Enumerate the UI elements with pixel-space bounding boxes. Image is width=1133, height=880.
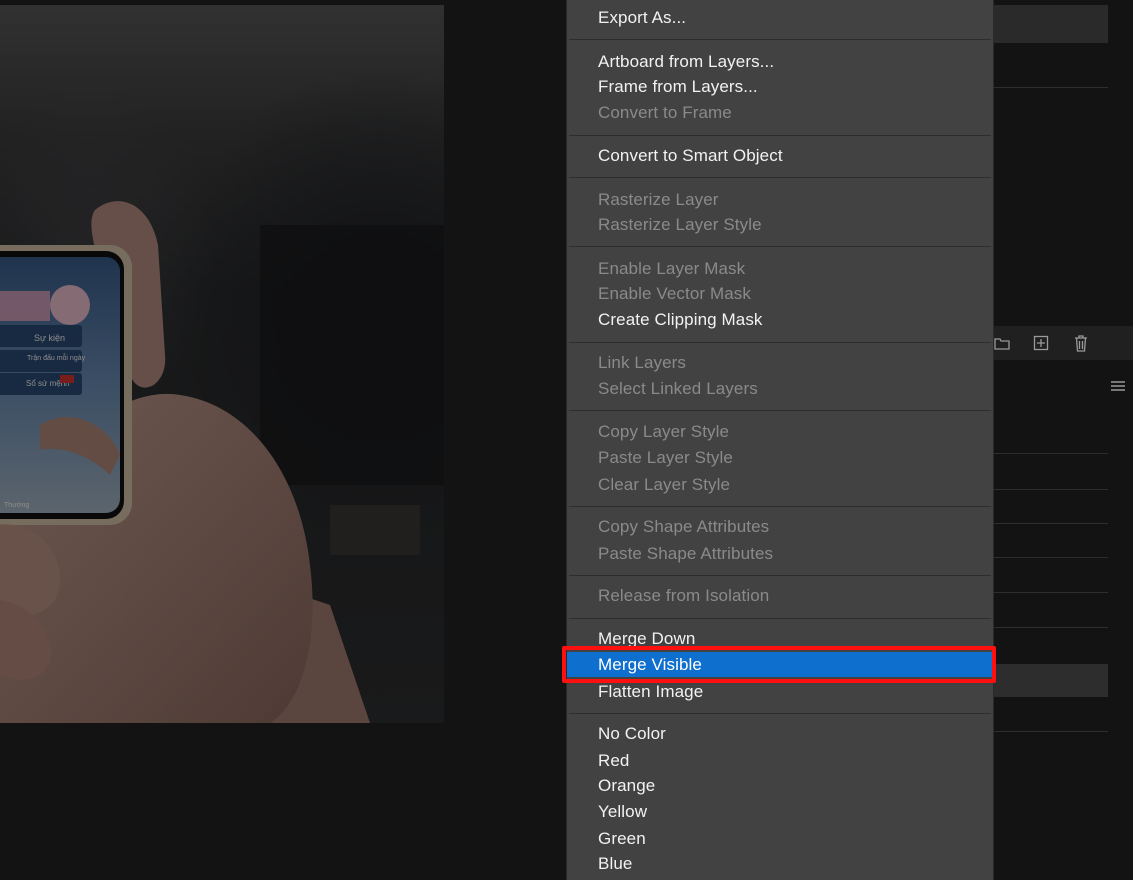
folder-icon[interactable]: [994, 335, 1010, 351]
divider: [993, 592, 1108, 593]
menu-item-yellow[interactable]: Yellow: [567, 799, 993, 824]
menu-item-orange[interactable]: Orange: [567, 773, 993, 798]
menu-item-blue[interactable]: Blue: [567, 851, 993, 876]
layer-context-menu: Export As... Artboard from Layers... Fra…: [566, 0, 994, 880]
menu-item-copy-shape-attributes: Copy Shape Attributes: [598, 517, 770, 536]
annotation-highlight-box: [562, 646, 996, 683]
menu-separator: [569, 342, 991, 343]
divider: [993, 87, 1108, 88]
menu-item-export-as[interactable]: Export As...: [567, 5, 993, 30]
menu-item-red[interactable]: Red: [567, 748, 993, 773]
menu-item-release-from-isolation: Release from Isolation: [598, 586, 770, 605]
new-layer-icon[interactable]: [1033, 335, 1049, 351]
menu-separator: [569, 39, 991, 40]
menu-item-paste-layer-style: Paste Layer Style: [598, 448, 733, 467]
menu-item-link-layers: Link Layers: [598, 353, 687, 372]
menu-item-enable-layer-mask: Enable Layer Mask: [598, 259, 746, 278]
menu-separator: [569, 135, 991, 136]
menu-item-frame-from-layers[interactable]: Frame from Layers...: [567, 74, 993, 99]
divider: [993, 523, 1108, 524]
divider: [993, 557, 1108, 558]
menu-item-copy-layer-style: Copy Layer Style: [598, 422, 730, 441]
menu-separator: [569, 575, 991, 576]
menu-separator: [569, 713, 991, 714]
menu-item-create-clipping-mask[interactable]: Create Clipping Mask: [567, 307, 993, 332]
menu-item-artboard-from-layers[interactable]: Artboard from Layers...: [567, 49, 993, 74]
menu-item-rasterize-layer-style: Rasterize Layer Style: [598, 215, 762, 234]
layer-row-selected[interactable]: [993, 664, 1108, 697]
menu-separator: [569, 410, 991, 411]
menu-separator: [569, 177, 991, 178]
menu-item-no-color[interactable]: No Color: [567, 721, 993, 746]
layers-panel-footer: [993, 326, 1133, 360]
menu-separator: [569, 246, 991, 247]
divider: [993, 731, 1108, 732]
menu-item-select-linked-layers: Select Linked Layers: [598, 379, 758, 398]
menu-item-clear-layer-style: Clear Layer Style: [598, 475, 731, 494]
divider: [993, 453, 1108, 454]
menu-item-rasterize-layer: Rasterize Layer: [598, 190, 719, 209]
panel-menu-icon[interactable]: [1110, 380, 1126, 396]
menu-separator: [569, 506, 991, 507]
menu-separator: [569, 618, 991, 619]
menu-item-enable-vector-mask: Enable Vector Mask: [598, 284, 751, 303]
menu-item-convert-to-smart-object[interactable]: Convert to Smart Object: [567, 143, 993, 168]
divider: [993, 627, 1108, 628]
trash-icon[interactable]: [1073, 334, 1089, 352]
menu-item-paste-shape-attributes: Paste Shape Attributes: [598, 544, 774, 563]
menu-item-convert-to-frame: Convert to Frame: [598, 103, 732, 122]
menu-item-green[interactable]: Green: [567, 826, 993, 851]
divider: [993, 489, 1108, 490]
canvas-photo: Sự kiện Trận đấu mỗi ngày Sổ sứ mệnh Thư…: [0, 5, 444, 723]
hand-holding-phone-image: Sự kiện Trận đấu mỗi ngày Sổ sứ mệnh Thư…: [0, 5, 444, 723]
properties-panel-header: [993, 5, 1108, 43]
